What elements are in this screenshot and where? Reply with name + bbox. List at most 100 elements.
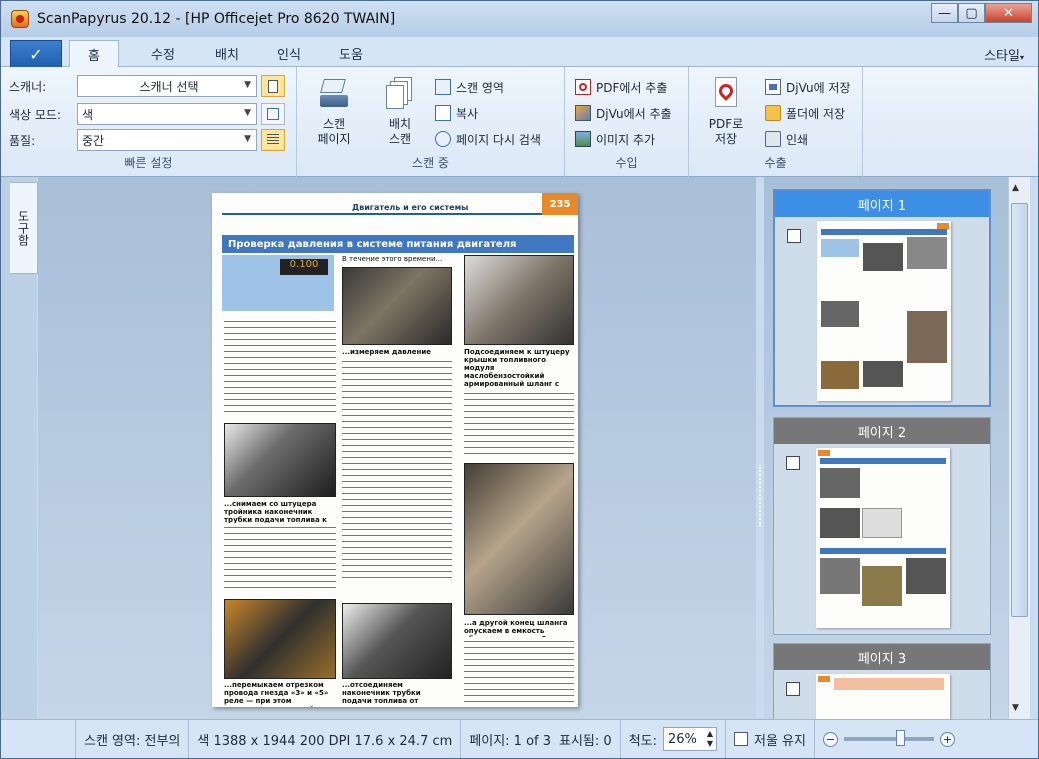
- scan-page-label: 스캔 페이지: [317, 117, 351, 146]
- status-displayed: 표시됨: 0: [559, 733, 612, 749]
- body-text-2: [342, 357, 452, 583]
- keep-scale-checkbox[interactable]: [734, 732, 748, 746]
- chevron-down-icon: ▼: [244, 80, 251, 90]
- thumbnail-image: [816, 448, 950, 628]
- color-mode-select[interactable]: 색 ▼: [77, 103, 257, 125]
- scanner-icon: [318, 75, 350, 111]
- save-pdf-button[interactable]: PDF로 저장: [697, 75, 755, 147]
- zoom-out-icon[interactable]: −: [822, 731, 838, 747]
- thumbnail-header: 페이지 3: [774, 644, 990, 670]
- thumbnail-checkbox[interactable]: [786, 682, 800, 696]
- keep-scale-label: 저울 유지: [754, 733, 806, 749]
- thumbnail-scrollbar[interactable]: ▲ ▼: [1008, 177, 1030, 719]
- gauge-image: 0.100: [222, 255, 334, 311]
- caption-5: ...перемыкаем отрезком провода гнезда «3…: [224, 681, 329, 707]
- zoom-value: 26%: [668, 731, 697, 747]
- quality-select[interactable]: 중간 ▼: [77, 129, 257, 151]
- thumbnail-page-3[interactable]: 페이지 3: [773, 643, 991, 734]
- group-export: PDF로 저장 DjVu에 저장 폴더에 저장 인쇄 수출: [689, 67, 863, 177]
- save-djvu-label: DjVu에 저장: [786, 80, 851, 95]
- scroll-up-icon[interactable]: ▲: [1012, 183, 1019, 193]
- scan-area-icon: [435, 79, 451, 95]
- extract-djvu-button[interactable]: DjVu에서 추출: [575, 103, 672, 123]
- scanned-page[interactable]: Двигатель и его системы 235 Проверка дав…: [212, 193, 578, 707]
- scan-area-button[interactable]: 스캔 영역: [435, 77, 504, 97]
- status-page: 페이지: 1 of 3: [460, 720, 559, 758]
- article-title: Проверка давления в системе питания двиг…: [222, 235, 574, 253]
- tab-toolbox[interactable]: 도구함: [10, 182, 38, 274]
- thumbnail-checkbox[interactable]: [786, 456, 800, 470]
- add-image-button[interactable]: 이미지 추가: [575, 129, 655, 149]
- save-folder-label: 폴더에 저장: [786, 106, 846, 121]
- extract-pdf-button[interactable]: PDF에서 추출: [575, 77, 667, 97]
- color-mode-value: 색: [82, 107, 94, 122]
- zoom-slider-knob[interactable]: [895, 730, 905, 746]
- group-label-quick-settings: 빠른 설정: [124, 156, 173, 170]
- app-logo-icon[interactable]: [11, 10, 29, 28]
- djvu-icon: [575, 105, 591, 121]
- tab-edit[interactable]: 수정: [133, 40, 193, 67]
- maximize-icon: ▢: [965, 5, 978, 21]
- djvu-file-icon: [765, 79, 781, 95]
- zoom-input[interactable]: 26% ▲ ▼: [663, 727, 717, 751]
- rescan-icon: [435, 131, 451, 147]
- thumbnail-panel: 페이지 1 페이지 2 페이지 3: [764, 177, 1008, 734]
- page-header-text: Двигатель и его системы: [352, 203, 469, 212]
- window-title: ScanPapyrus 20.12 - [HP Officejet Pro 86…: [37, 11, 396, 27]
- body-text-4: [224, 523, 336, 593]
- scrollbar-thumb[interactable]: [1011, 203, 1028, 617]
- thumbnail-checkbox[interactable]: [787, 229, 801, 243]
- pdf-icon: [575, 79, 591, 95]
- thumbnail-page-1[interactable]: 페이지 1: [773, 189, 991, 407]
- pdf-file-icon: [710, 75, 742, 111]
- tab-batch[interactable]: 배치: [197, 40, 257, 67]
- tab-help[interactable]: 도움: [321, 40, 381, 67]
- style-menu-label: 스타일: [984, 49, 1020, 64]
- save-folder-button[interactable]: 폴더에 저장: [765, 103, 845, 123]
- group-scanning: 스캔 페이지 배치 스캔 스캔 영역 복사 페이지 다시 검색 스캔 중: [297, 67, 565, 177]
- minimize-button[interactable]: —: [931, 3, 958, 23]
- keep-scale-toggle[interactable]: 저울 유지: [725, 720, 814, 758]
- scroll-down-icon[interactable]: ▼: [1012, 703, 1019, 713]
- save-djvu-button[interactable]: DjVu에 저장: [765, 77, 851, 97]
- chevron-down-icon: ▼: [244, 108, 251, 118]
- zoom-controls: − +: [813, 720, 963, 758]
- tab-home[interactable]: 홈: [69, 40, 119, 67]
- panel-splitter[interactable]: [756, 177, 764, 719]
- photo-5: [224, 599, 336, 679]
- image-icon: [575, 131, 591, 147]
- thumbnail-image: [817, 221, 951, 401]
- spinner-icon[interactable]: ▲ ▼: [707, 729, 713, 749]
- batch-scan-button[interactable]: 배치 스캔: [371, 75, 429, 147]
- scanner-settings-button[interactable]: [261, 75, 285, 97]
- toolbox-label: 도구함: [16, 210, 30, 246]
- file-menu-button[interactable]: ✓: [10, 40, 62, 67]
- copy-button[interactable]: 복사: [435, 103, 478, 123]
- page-header: Двигатель и его системы: [222, 197, 548, 215]
- style-menu[interactable]: 스타일▾: [984, 45, 1024, 64]
- maximize-button[interactable]: ▢: [958, 3, 985, 23]
- ribbon-tab-row: ✓ 홈 수정 배치 인식 도움 스타일▾: [1, 37, 1038, 67]
- close-button[interactable]: ✕: [985, 3, 1032, 23]
- scanner-select[interactable]: 스캐너 선택 ▼: [77, 75, 257, 97]
- group-import: PDF에서 추출 DjVu에서 추출 이미지 추가 수입: [565, 67, 689, 177]
- scan-page-button[interactable]: 스캔 페이지: [305, 75, 363, 147]
- quality-button[interactable]: [261, 129, 285, 151]
- zoom-in-icon[interactable]: +: [939, 731, 955, 747]
- photo-1: [342, 267, 452, 345]
- batch-scan-label: 배치 스캔: [388, 117, 412, 146]
- tab-recognize[interactable]: 인식: [259, 40, 319, 67]
- thumbnail-page-2[interactable]: 페이지 2: [773, 417, 991, 635]
- print-button[interactable]: 인쇄: [765, 129, 808, 149]
- rescan-page-button[interactable]: 페이지 다시 검색: [435, 129, 541, 149]
- folder-icon: [765, 105, 781, 121]
- quality-label: 품질:: [9, 133, 36, 148]
- color-mode-button[interactable]: [261, 103, 285, 125]
- ribbon: 스캐너: 스캐너 선택▼ 색상 모드: 색▼ 품질: 중간▼ 빠른 설정: [1, 67, 1038, 177]
- document-canvas[interactable]: Двигатель и его системы 235 Проверка дав…: [38, 177, 756, 719]
- zoom-slider[interactable]: [843, 730, 934, 746]
- group-label-scanning: 스캔 중: [412, 156, 449, 170]
- add-image-label: 이미지 추가: [596, 132, 656, 147]
- group-quick-settings: 스캐너: 스캐너 선택 ▼ 색상 모드: 색 ▼ 품질: 중간 ▼ 빠른 설정: [1, 67, 297, 177]
- body-text-3: [464, 389, 574, 455]
